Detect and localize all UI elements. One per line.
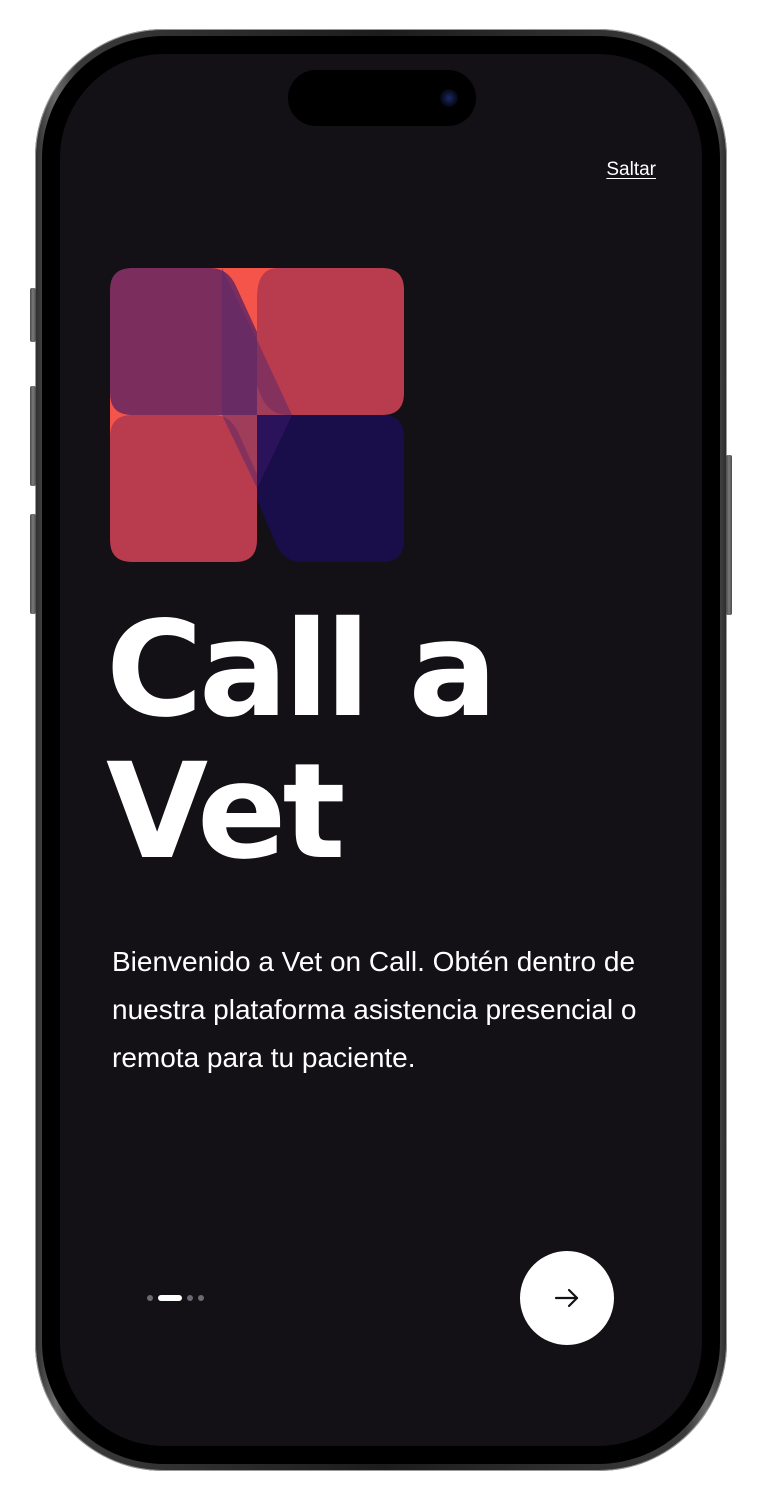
skip-link[interactable]: Saltar <box>606 159 656 181</box>
title-line-1: Call a <box>106 593 497 747</box>
front-camera-icon <box>440 89 458 107</box>
dynamic-island <box>288 70 476 126</box>
page-dot-4[interactable] <box>198 1295 204 1301</box>
volume-up-button <box>30 386 36 486</box>
onboarding-screen: Saltar Call a Vet Bienvenido a Vet on Ca… <box>60 54 702 1446</box>
power-button <box>726 455 732 615</box>
volume-down-button <box>30 514 36 614</box>
app-logo <box>110 268 404 562</box>
action-button <box>30 288 36 342</box>
page-indicator <box>147 1294 204 1302</box>
arrow-right-icon <box>554 1288 579 1308</box>
next-button[interactable] <box>520 1251 614 1345</box>
page-dot-1[interactable] <box>147 1295 153 1301</box>
welcome-description: Bienvenido a Vet on Call. Obtén dentro d… <box>112 946 637 1073</box>
page-dot-3[interactable] <box>187 1295 193 1301</box>
page-title: Call a Vet <box>106 593 497 889</box>
title-line-2: Vet <box>106 735 346 889</box>
page-dot-2-active[interactable] <box>158 1295 182 1301</box>
